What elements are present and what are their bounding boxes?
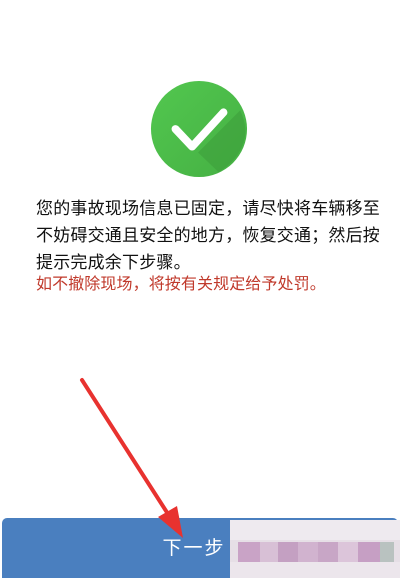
next-step-button[interactable]: 下一步 (2, 518, 398, 578)
confirmation-message: 您的事故现场信息已固定，请尽快将车辆移至 不妨碍交通且安全的地方，恢复交通；然后… (36, 196, 380, 277)
check-circle-icon (150, 80, 248, 178)
accident-result-page: 您的事故现场信息已固定，请尽快将车辆移至 不妨碍交通且安全的地方，恢复交通；然后… (0, 0, 400, 578)
message-line: 您的事故现场信息已固定，请尽快将车辆移至 (36, 199, 380, 219)
penalty-warning: 如不撤除现场，将按有关规定给予处罚。 (36, 274, 326, 293)
next-step-label: 下一步 (162, 537, 226, 559)
message-line: 不妨碍交通且安全的地方，恢复交通；然后按 (36, 226, 380, 246)
